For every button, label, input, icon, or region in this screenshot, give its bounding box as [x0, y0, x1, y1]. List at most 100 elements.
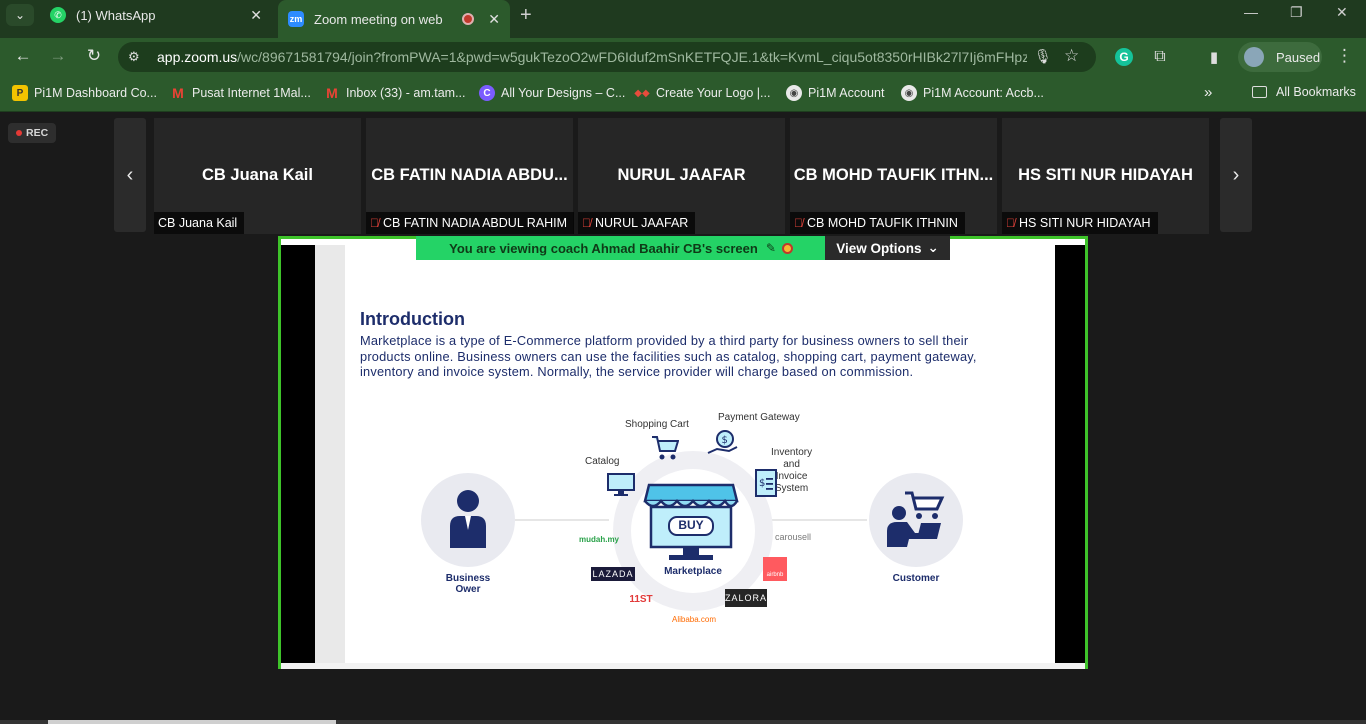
more-bookmarks-icon[interactable]: »	[1204, 84, 1212, 101]
zalora-logo: ZALORA	[725, 589, 767, 607]
logo-maker-icon: ◆◆	[634, 87, 650, 99]
pi1m-icon: P	[12, 85, 28, 101]
catalog-monitor-icon	[607, 473, 635, 496]
recording-label: REC	[26, 127, 49, 139]
participant-name: NURUL JAAFAR	[595, 216, 689, 230]
participant-tile[interactable]: CB FATIN NADIA ABDU... 🎙̸ CB FATIN NADIA …	[366, 118, 575, 234]
bookmark-item[interactable]: M Inbox (33) - am.tam...	[324, 85, 465, 101]
mic-muted-icon: 🎙̸	[794, 216, 803, 230]
participant-name: CB FATIN NADIA ABDUL RAHIM	[383, 216, 568, 230]
lazada-logo: LAZADA	[591, 567, 635, 581]
address-bar[interactable]: ⚙ app.zoom.us/wc/89671581794/join?fromPW…	[118, 42, 1096, 72]
restore-button[interactable]: ❐	[1290, 4, 1303, 21]
arrow-owner-to-marketplace	[515, 519, 609, 521]
bookmark-label: Pi1M Account	[808, 86, 885, 100]
participant-display-name: CB MOHD TAUFIK ITHN...	[793, 166, 994, 184]
shield-icon: ◉	[901, 85, 917, 101]
gallery-next-button[interactable]: ›	[1220, 118, 1252, 232]
participant-display-name: CB Juana Kail	[202, 166, 313, 184]
11st-logo: 11ST	[629, 593, 653, 605]
participant-name-tag: 🎙̸ NURUL JAAFAR	[578, 212, 696, 234]
slide-thumbnail-strip	[315, 245, 345, 663]
recording-icon	[462, 13, 475, 25]
alibaba-logo: Alibaba.com	[671, 614, 717, 624]
bookmark-star-icon[interactable]: ☆	[1064, 46, 1079, 66]
bookmark-label: Inbox (33) - am.tam...	[346, 86, 466, 100]
shared-screen[interactable]: Introduction Marketplace is a type of E-…	[278, 236, 1088, 669]
tab-whatsapp[interactable]: ✆ (1) WhatsApp ✕	[40, 0, 272, 30]
annotate-pen-icon[interactable]: ✎	[766, 241, 776, 255]
participant-tile[interactable]: CB Juana Kail CB Juana Kail	[154, 118, 361, 234]
bookmark-item[interactable]: P Pi1M Dashboard Co...	[12, 85, 157, 101]
back-button[interactable]: ←	[12, 46, 34, 66]
slide-title: Introduction	[360, 309, 465, 329]
side-panel-icon[interactable]: ▮	[1205, 48, 1223, 66]
all-bookmarks-button[interactable]: All Bookmarks	[1252, 85, 1356, 99]
carousell-logo: carousell	[774, 532, 812, 542]
invoice-document-icon: $	[755, 469, 777, 497]
participant-tile[interactable]: CB MOHD TAUFIK ITHN... 🎙̸ CB MOHD TAUFIK …	[790, 118, 997, 234]
gallery-prev-button[interactable]: ‹	[114, 118, 146, 232]
tab-search-button[interactable]: ⌄	[6, 4, 34, 26]
bookmark-label: Create Your Logo |...	[656, 86, 771, 100]
grammarly-extension-icon[interactable]: G	[1115, 48, 1133, 66]
plus-icon: +	[520, 4, 532, 26]
forward-button[interactable]: →	[47, 46, 69, 66]
browser-menu-icon[interactable]: ⋮	[1336, 46, 1353, 66]
bookmark-item[interactable]: ◆◆ Create Your Logo |...	[634, 85, 770, 101]
url-text[interactable]: app.zoom.us/wc/89671581794/join?fromPWA=…	[157, 49, 1027, 65]
recording-dot-icon	[16, 130, 22, 136]
browser-tab-strip: ⌄ ✆ (1) WhatsApp ✕ zm Zoom meeting on we…	[0, 0, 1366, 38]
chevron-down-icon: ⌄	[927, 240, 939, 255]
bookmark-item[interactable]: C All Your Designs – C...	[479, 85, 625, 101]
presentation-slide: Introduction Marketplace is a type of E-…	[281, 239, 1085, 669]
zoom-meeting-stage: REC ‹ CB Juana Kail CB Juana Kail CB FAT…	[0, 113, 1366, 724]
tab-title: Zoom meeting on web	[314, 11, 443, 27]
browser-toolbar: ← → ↻ ⚙ app.zoom.us/wc/89671581794/join?…	[0, 38, 1366, 76]
taskbar-edge	[0, 720, 1366, 724]
chevron-right-icon: ›	[1232, 163, 1240, 186]
bookmark-label: Pusat Internet 1Mal...	[192, 86, 311, 100]
payment-hand-coin-icon: $	[707, 430, 738, 454]
mudah-logo: mudah.my	[579, 535, 620, 544]
close-icon[interactable]: ✕	[250, 7, 262, 24]
close-icon[interactable]: ✕	[488, 11, 500, 28]
business-owner-label: Business Ower	[433, 573, 503, 595]
marketplace-label: Marketplace	[664, 566, 722, 577]
url-host: app.zoom.us	[157, 49, 238, 65]
minimize-button[interactable]: —	[1244, 4, 1258, 20]
folder-icon	[1252, 86, 1267, 98]
catalog-label: Catalog	[585, 456, 620, 467]
zoom-icon: zm	[288, 11, 304, 27]
bookmark-item[interactable]: ◉ Pi1M Account	[786, 85, 884, 101]
microphone-icon[interactable]: 🎙	[1034, 48, 1052, 65]
window-close-button[interactable]: ✕	[1336, 4, 1348, 21]
airbnb-logo: airbnb	[763, 557, 787, 581]
tab-zoom[interactable]: zm Zoom meeting on web ✕	[278, 0, 510, 38]
customer-shopping-icon	[887, 491, 945, 547]
profile-button[interactable]: Paused	[1238, 42, 1322, 72]
gmail-icon: M	[172, 85, 184, 101]
participant-name: CB Juana Kail	[158, 216, 238, 230]
svg-text:$: $	[759, 478, 765, 489]
extensions-puzzle-icon[interactable]: ⧉	[1151, 48, 1169, 66]
participant-name-tag: 🎙̸ HS SITI NUR HIDAYAH	[1002, 212, 1158, 234]
business-owner-icon	[450, 490, 486, 548]
tab-title: (1) WhatsApp	[76, 7, 156, 23]
chevron-left-icon: ‹	[126, 163, 134, 186]
participant-display-name: NURUL JAAFAR	[617, 166, 746, 184]
gmail-icon: M	[326, 85, 338, 101]
participant-tile[interactable]: NURUL JAAFAR 🎙̸ NURUL JAAFAR	[578, 118, 785, 234]
participant-tile[interactable]: HS SITI NUR HIDAYAH 🎙̸ HS SITI NUR HIDAYA…	[1002, 118, 1209, 234]
all-bookmarks-label: All Bookmarks	[1276, 85, 1356, 99]
bookmark-item[interactable]: ◉ Pi1M Account: Accb...	[901, 85, 1044, 101]
bookmark-label: Pi1M Account: Accb...	[923, 86, 1044, 100]
reload-button[interactable]: ↻	[83, 46, 105, 66]
site-settings-icon[interactable]: ⚙	[128, 49, 140, 65]
recording-badge: REC	[8, 123, 56, 143]
view-options-button[interactable]: View Options ⌄	[825, 236, 950, 260]
participant-name-tag: 🎙̸ CB FATIN NADIA ABDUL RAHIM	[366, 212, 575, 234]
bookmark-item[interactable]: M Pusat Internet 1Mal...	[170, 85, 311, 101]
new-tab-button[interactable]: +	[520, 4, 532, 27]
whatsapp-icon: ✆	[50, 7, 66, 23]
